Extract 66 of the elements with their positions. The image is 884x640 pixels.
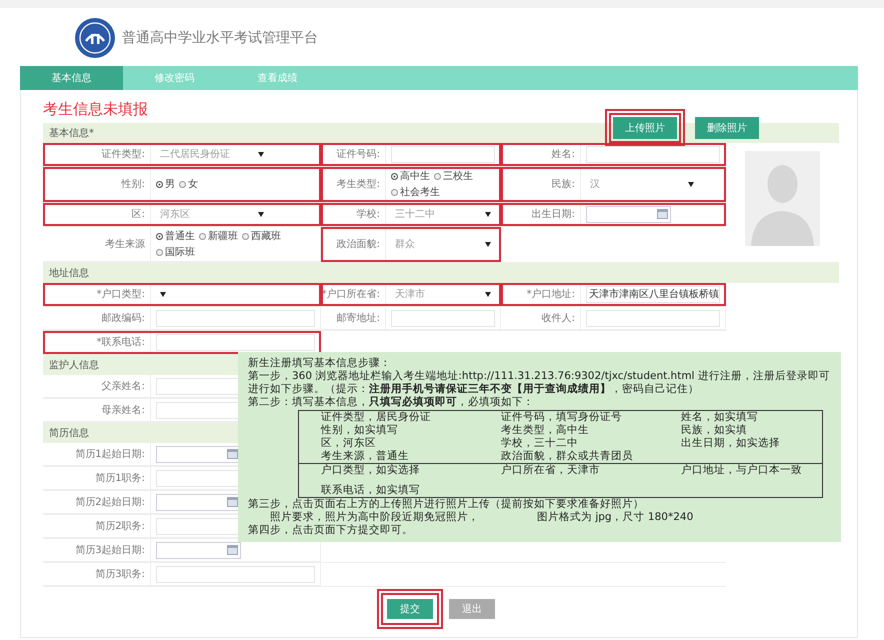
- field-label: 政治面貌:: [336, 238, 380, 251]
- field-label: 父亲姓名:: [102, 380, 145, 393]
- platform-title: 普通高中学业水平考试管理平台: [122, 29, 318, 47]
- requirement-text: 户口所在省，天津市: [501, 464, 601, 477]
- field-label: 民族:: [552, 178, 575, 191]
- field-label: *户口类型:: [96, 288, 145, 301]
- field-label: *户口地址:: [526, 288, 575, 301]
- section-title: 简历信息: [49, 426, 89, 440]
- radio-option[interactable]: 国际班: [156, 245, 195, 259]
- radio-option[interactable]: 西藏班: [242, 229, 281, 243]
- requirement-text: 性别，如实填写: [321, 424, 399, 437]
- requirement-text: 民族，如实填: [681, 424, 748, 437]
- field-label: 邮寄地址:: [336, 312, 380, 325]
- requirement-text: 考生类型，高中生: [501, 424, 590, 437]
- field-label: 母亲姓名:: [102, 404, 145, 417]
- requirement-text: 出生日期，如实选择: [681, 437, 781, 450]
- instruction-step: 第四步，点击页面下方提交即可。: [248, 524, 831, 537]
- field-label: 出生日期:: [532, 208, 575, 221]
- field-label: 证件号码:: [336, 148, 380, 161]
- requirement-text: 区，河东区: [321, 437, 377, 450]
- nav-tab[interactable]: 修改密码: [123, 66, 226, 90]
- field-label: 性别:: [122, 178, 145, 191]
- field-label: 简历2职务:: [95, 520, 145, 533]
- field-label: 证件类型:: [102, 148, 145, 161]
- radio-option[interactable]: 社会考生: [391, 185, 440, 199]
- requirement-text: 户口地址，与户口本一致: [681, 464, 803, 477]
- field-label: 简历3起始日期:: [75, 544, 145, 557]
- requirement-text: 姓名，如实填写: [681, 411, 759, 424]
- requirement-text: 证件号码，填写身份证号: [501, 411, 623, 424]
- field-label: 简历2起始日期:: [75, 496, 145, 509]
- nav-tab[interactable]: 基本信息: [20, 66, 123, 90]
- field-label: 收件人:: [542, 312, 575, 325]
- field-label: 考生类型:: [336, 178, 380, 191]
- field-label: 简历1职务:: [95, 472, 145, 485]
- field-label: 简历1起始日期:: [75, 448, 145, 461]
- nav-tab[interactable]: 查看成绩: [226, 66, 329, 90]
- section-title: 基本信息*: [49, 126, 94, 140]
- instruction-step: 第二步：填写基本信息，只填写必填项即可，必填项如下：: [248, 396, 831, 409]
- page-heading: 考生信息未填报: [43, 100, 149, 119]
- radio-option[interactable]: 普通生: [156, 229, 195, 243]
- radio-option[interactable]: 高中生: [391, 169, 430, 183]
- radio-option[interactable]: 三校生: [434, 169, 473, 183]
- requirement-text: 考生来源，普通生: [321, 450, 410, 463]
- field-label: 简历3职务:: [95, 568, 145, 581]
- photo-requirement: 照片要求，照片为高中阶段近期免冠照片，: [270, 511, 479, 524]
- photo-requirement: 图片格式为 jpg，尺寸 180*240: [537, 511, 694, 524]
- field-label: 姓名:: [552, 148, 575, 161]
- field-label: 区:: [132, 208, 145, 221]
- field-label: 学校:: [356, 208, 380, 221]
- section-title: 监护人信息: [49, 358, 99, 372]
- field-label: *联系电话:: [96, 336, 145, 349]
- radio-option[interactable]: 男: [156, 177, 175, 191]
- instruction-step: 第一步，360 浏览器地址栏输入考生端地址:http://111.31.213.76:9302/tjxc/student.html 进行注册，注册后登录即可进行如下步骤。（提示：注册用手机号请保证三年不变【用于查询成绩用】，密码自己记住）: [248, 370, 831, 396]
- section-title: 地址信息: [49, 266, 89, 280]
- instruction-title: 新生注册填写基本信息步骤：: [248, 357, 392, 370]
- instruction-step: 第三步，点击页面右上方的上传照片进行照片上传（提前按如下要求准备好照片）: [248, 498, 831, 511]
- requirement-text: 学校，三十二中: [501, 437, 578, 450]
- radio-option[interactable]: 女: [179, 177, 198, 191]
- requirement-text: 户口类型，如实选择: [321, 464, 421, 477]
- requirement-text: 联系电话，如实填写: [321, 484, 421, 497]
- radio-option[interactable]: 新疆班: [199, 229, 238, 243]
- text-field[interactable]: 天津市津南区八里台镇板桥镇: [586, 286, 720, 302]
- field-label: 邮政编码:: [102, 312, 145, 325]
- requirement-text: 证件类型，居民身份证: [321, 411, 432, 424]
- requirement-text: 政治面貌，群众或共青团员: [501, 450, 634, 463]
- field-label: 考生来源: [105, 238, 145, 251]
